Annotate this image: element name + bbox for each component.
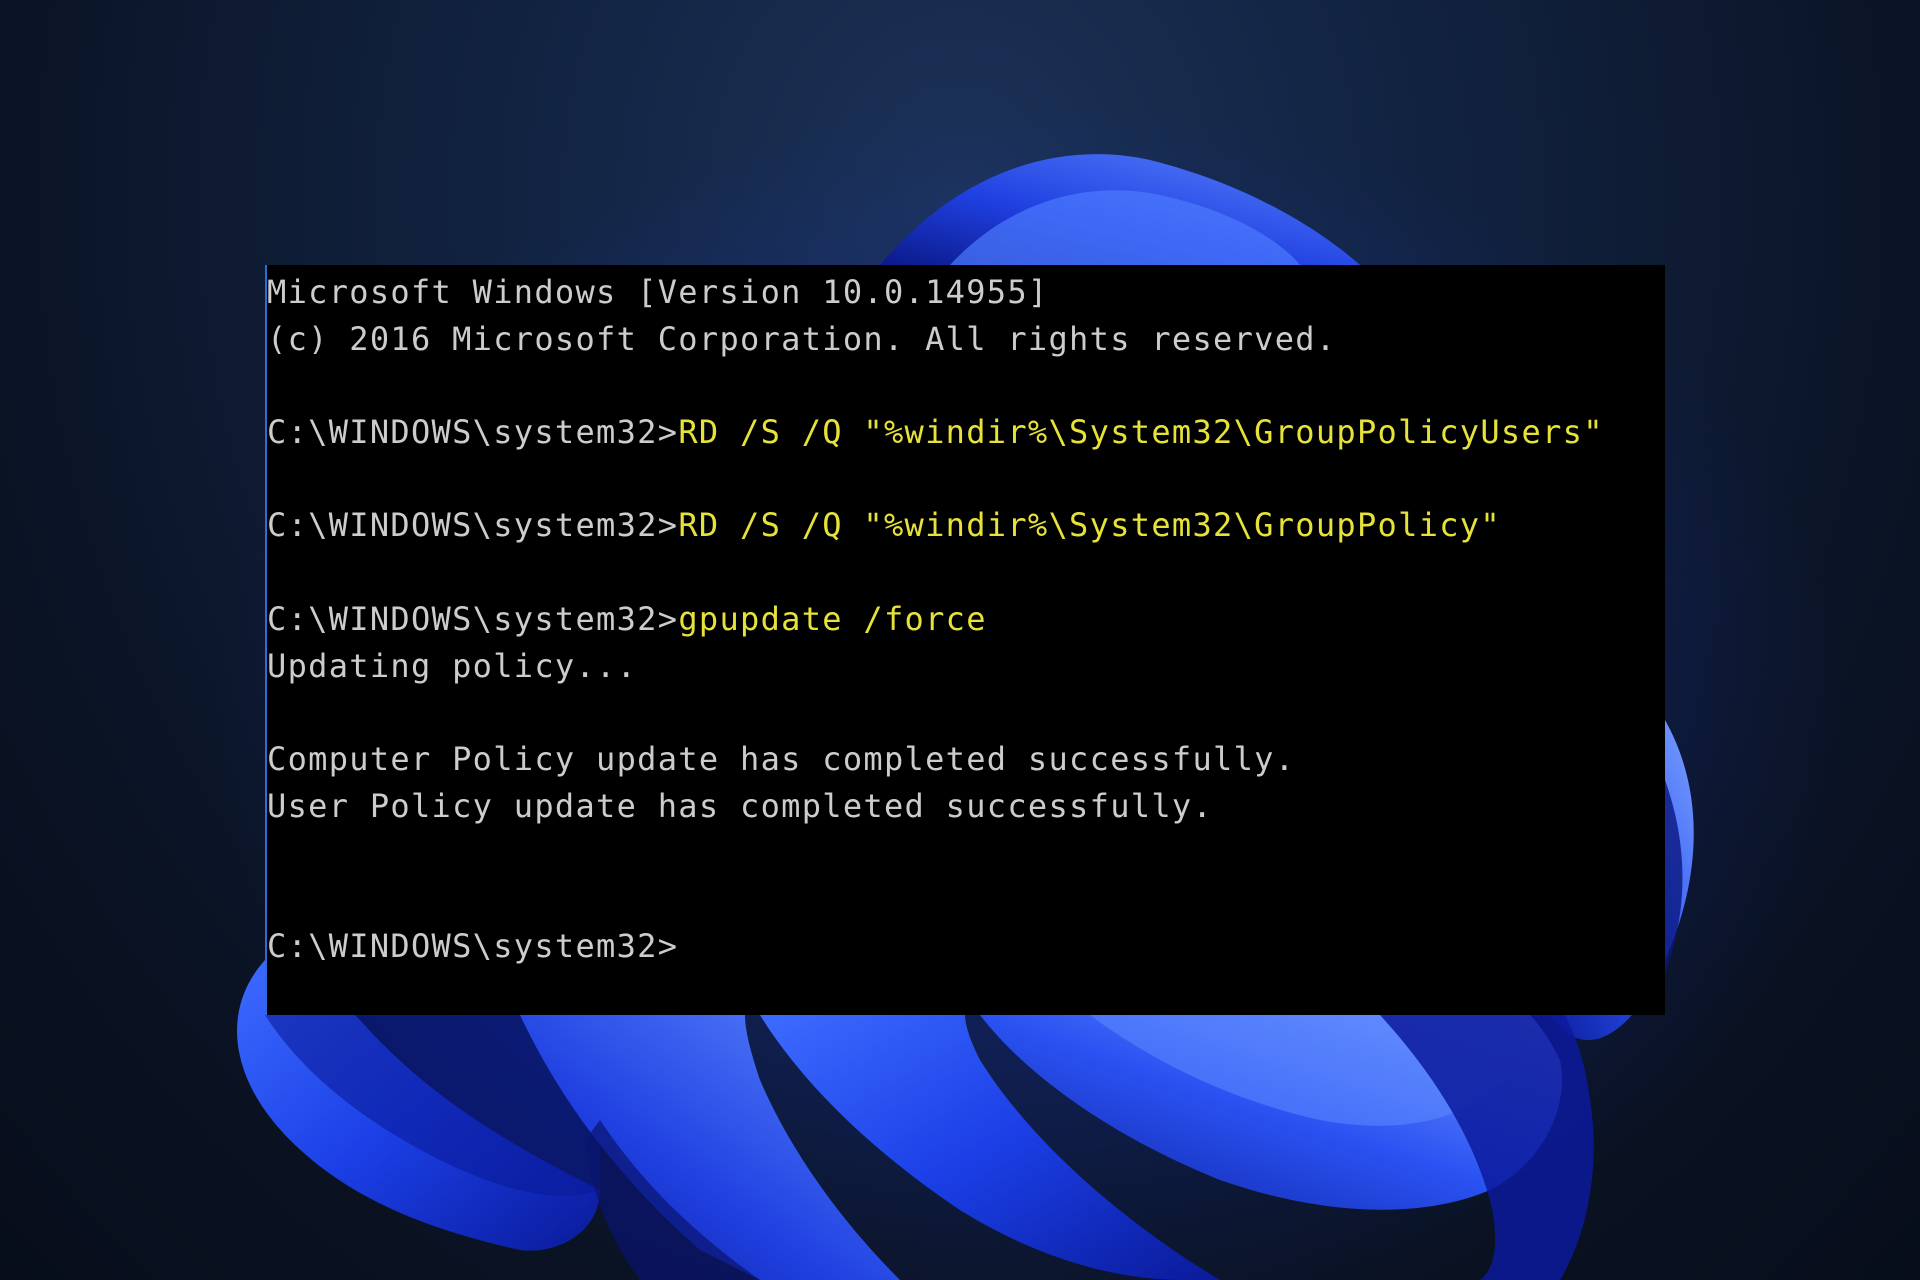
console-line-rd-groupPolicy: C:\WINDOWS\system32>RD /S /Q "%windir%\S… <box>267 502 1665 549</box>
console-line-computer-policy: Computer Policy update has completed suc… <box>267 739 1296 778</box>
console-command: RD /S /Q "%windir%\System32\GroupPolicyU… <box>678 413 1604 452</box>
console-prompt: C:\WINDOWS\system32> <box>267 506 679 545</box>
console-prompt: C:\WINDOWS\system32> <box>267 599 679 638</box>
console-prompt: C:\WINDOWS\system32> <box>267 413 679 452</box>
desktop: Microsoft Windows [Version 10.0.14955] (… <box>0 0 1920 1280</box>
console-line-gpupdate: C:\WINDOWS\system32>gpupdate /force <box>267 596 1665 643</box>
console-line-version: Microsoft Windows [Version 10.0.14955] <box>267 273 1049 311</box>
console-line-copyright: (c) 2016 Microsoft Corporation. All righ… <box>267 319 1337 358</box>
console-line-user-policy: User Policy update has completed success… <box>267 786 1214 825</box>
console-input-line[interactable]: C:\WINDOWS\system32> <box>267 923 1665 970</box>
console-line-rd-groupPolicyUsers: C:\WINDOWS\system32>RD /S /Q "%windir%\S… <box>267 409 1665 456</box>
console-line-updating: Updating policy... <box>267 646 638 685</box>
console-command: RD /S /Q "%windir%\System32\GroupPolicy" <box>678 506 1501 545</box>
console-prompt: C:\WINDOWS\system32> <box>267 926 679 965</box>
console-command: gpupdate /force <box>678 599 987 638</box>
command-prompt-window[interactable]: Microsoft Windows [Version 10.0.14955] (… <box>265 265 1665 1015</box>
